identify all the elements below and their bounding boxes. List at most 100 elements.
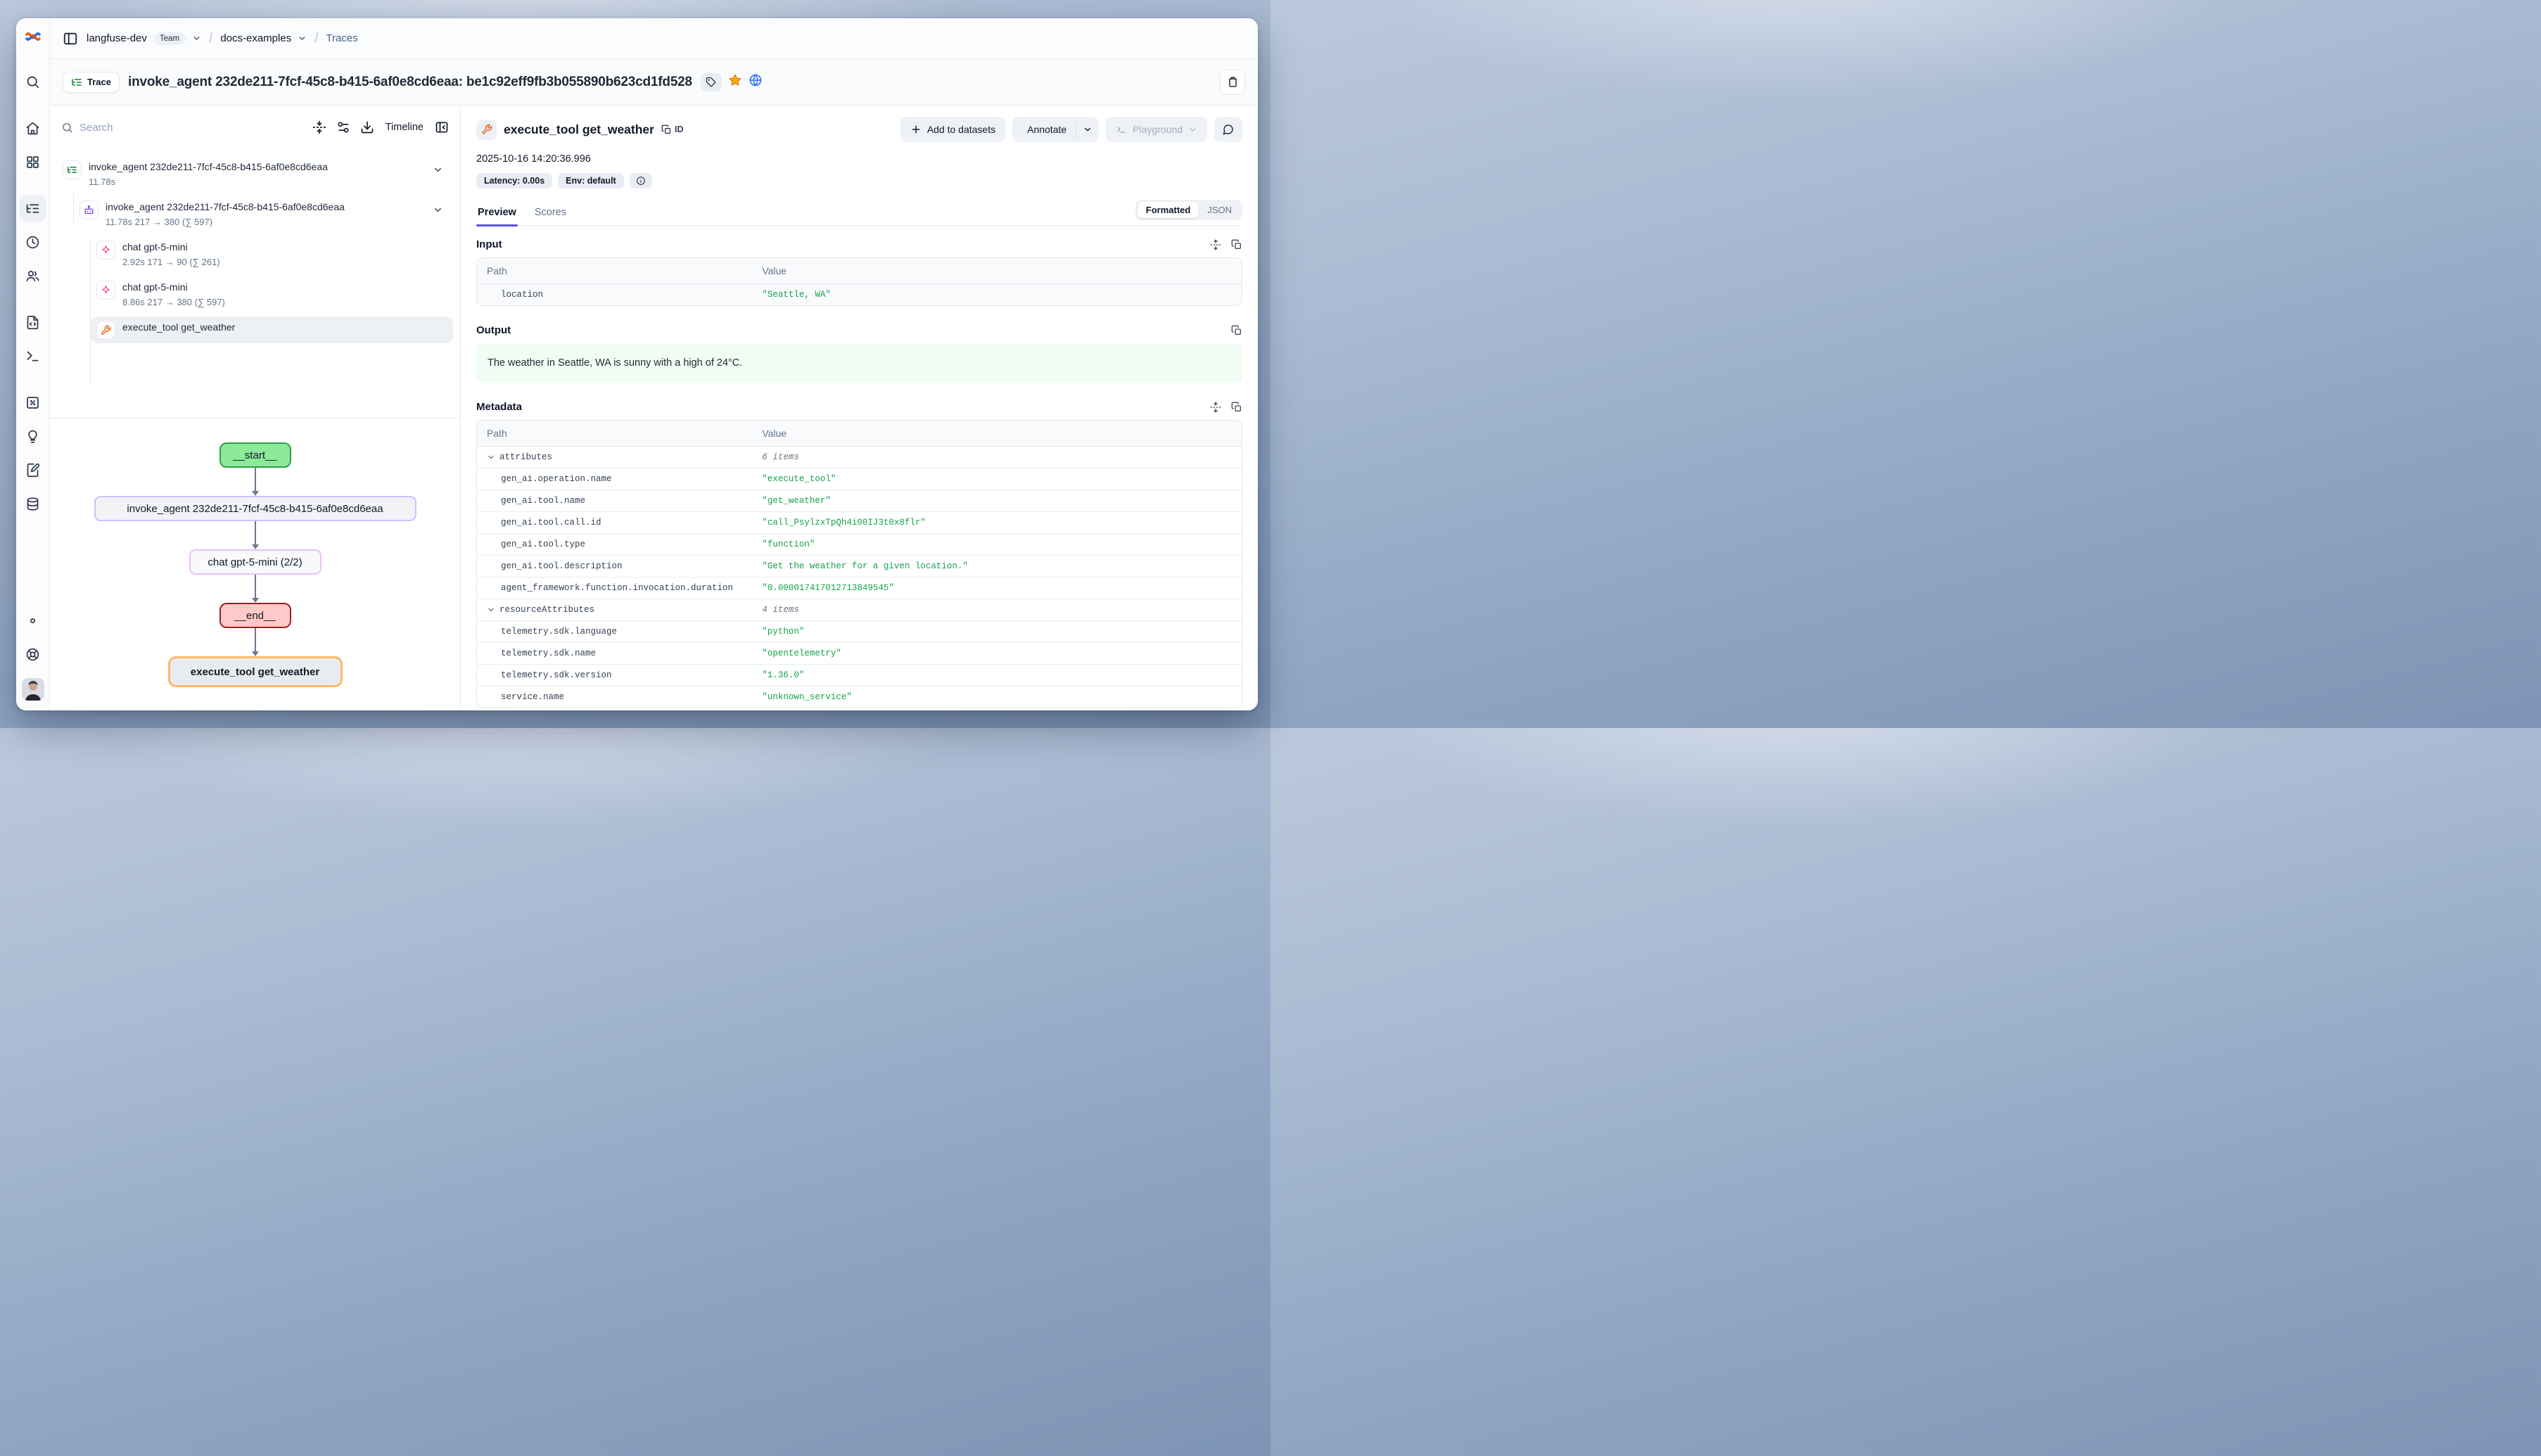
breadcrumb: langfuse-dev Team / docs-examples / Trac… — [87, 31, 358, 46]
search-icon[interactable] — [20, 68, 46, 95]
trace-type-label: Trace — [87, 77, 111, 87]
chevron-down-icon[interactable] — [433, 205, 443, 215]
datasets-icon[interactable] — [20, 490, 46, 517]
copy-icon — [661, 124, 672, 135]
group-toggle[interactable]: resourceAttributes — [487, 605, 742, 615]
comments-button[interactable] — [1214, 117, 1242, 142]
prompts-icon[interactable] — [20, 309, 46, 336]
tree-search-input[interactable] — [79, 122, 302, 134]
tag-icon[interactable] — [701, 73, 722, 91]
tree-item-metrics: 2.92s 171 → 90 (∑ 261) — [122, 255, 220, 269]
unfold-vertical-icon[interactable] — [1210, 402, 1221, 413]
table-row: telemetry.sdk.version"1.36.0" — [477, 665, 1242, 687]
observation-timestamp: 2025-10-16 14:20:36.996 — [476, 153, 1242, 165]
output-heading: Output — [476, 324, 511, 336]
fold-vertical-icon[interactable] — [312, 120, 326, 134]
home-icon[interactable] — [20, 115, 46, 141]
metadata-path: attributes — [477, 447, 752, 468]
breadcrumb-org[interactable]: langfuse-dev — [87, 32, 147, 44]
chevron-down-icon[interactable] — [433, 165, 443, 175]
id-label: ID — [675, 124, 684, 134]
view-settings-icon[interactable] — [336, 120, 350, 134]
group-toggle[interactable]: attributes — [487, 452, 742, 462]
tree-item-invoke_agent[interactable]: invoke_agent 232de211-7fcf-45c8-b415-6af… — [74, 196, 453, 232]
sparkle-icon — [96, 241, 115, 260]
format-formatted[interactable]: Formatted — [1138, 202, 1199, 218]
add-to-datasets-button[interactable]: Add to datasets — [900, 117, 1005, 142]
chevron-down-icon[interactable] — [298, 34, 307, 43]
tree-item-chat[interactable]: chat gpt-5-mini8.86s 217 → 380 (∑ 597) — [91, 276, 453, 312]
metadata-heading: Metadata — [476, 401, 522, 413]
copy-icon[interactable] — [1231, 402, 1242, 413]
tree-item-execute_tool[interactable]: execute_tool get_weather — [91, 317, 453, 343]
chevron-down-icon — [1083, 124, 1093, 134]
graph-edge — [250, 468, 260, 496]
chevron-down-icon[interactable] — [192, 34, 201, 43]
detail-tabs: Preview Scores Formatted JSON — [476, 200, 1242, 226]
metadata-path: telemetry.sdk.language — [477, 621, 752, 643]
tree-item-chat[interactable]: chat gpt-5-mini2.92s 171 → 90 (∑ 261) — [91, 236, 453, 272]
copy-icon[interactable] — [1231, 325, 1242, 336]
breadcrumb-section[interactable]: Traces — [326, 32, 357, 44]
breadcrumb-project[interactable]: docs-examples — [220, 32, 291, 44]
trace-title: invoke_agent 232de211-7fcf-45c8-b415-6af… — [128, 75, 692, 90]
table-row: gen_ai.operation.name"execute_tool" — [477, 468, 1242, 490]
metadata-value: "get_weather" — [752, 490, 1242, 512]
download-icon[interactable] — [360, 120, 374, 134]
table-row: location"Seattle, WA" — [477, 284, 1242, 305]
annotate-button[interactable]: Annotate — [1012, 117, 1076, 142]
tree-item-invoke_agent[interactable]: invoke_agent 232de211-7fcf-45c8-b415-6af… — [57, 156, 453, 192]
main-column: langfuse-dev Team / docs-examples / Trac… — [50, 18, 1258, 710]
graph-node-end[interactable]: __end__ — [219, 603, 291, 628]
unfold-vertical-icon[interactable] — [1210, 239, 1221, 250]
copy-id[interactable]: ID — [661, 124, 684, 135]
bookmark-star-icon[interactable] — [728, 73, 742, 91]
table-row: service.name"unknown_service" — [477, 687, 1242, 708]
dashboard-icon[interactable] — [20, 148, 46, 175]
copy-icon[interactable] — [1231, 239, 1242, 250]
wrench-icon — [96, 321, 115, 340]
detail-scroll-area[interactable]: Input Path Value location"Seattle, WA" — [476, 226, 1242, 710]
insights-icon[interactable] — [20, 423, 46, 449]
metadata-path: gen_ai.operation.name — [477, 468, 752, 490]
support-icon[interactable] — [20, 641, 46, 668]
playground-icon[interactable] — [20, 343, 46, 369]
timeline-toggle[interactable]: Timeline — [386, 122, 424, 133]
graph-node-tool[interactable]: execute_tool get_weather — [168, 656, 343, 687]
metadata-path: gen_ai.tool.name — [477, 490, 752, 512]
langfuse-logo[interactable] — [25, 28, 42, 45]
graph-node-start[interactable]: __start__ — [219, 442, 291, 468]
trace-title-bar: Trace invoke_agent 232de211-7fcf-45c8-b4… — [50, 59, 1258, 106]
sidebar-toggle-icon[interactable] — [63, 31, 78, 46]
graph-edge — [250, 575, 260, 603]
metadata-path: resourceAttributes — [477, 599, 752, 621]
tab-scores[interactable]: Scores — [533, 203, 568, 225]
playground-button[interactable]: Playground — [1106, 117, 1207, 142]
format-json[interactable]: JSON — [1199, 202, 1240, 218]
graph-node-chat[interactable]: chat gpt-5-mini (2/2) — [189, 549, 321, 575]
annotate-menu-chevron[interactable] — [1076, 117, 1099, 142]
annotation-icon[interactable] — [20, 456, 46, 483]
users-icon[interactable] — [20, 262, 46, 289]
panel-collapse-icon[interactable] — [435, 120, 449, 134]
user-avatar[interactable] — [22, 678, 44, 701]
delete-trace-button[interactable] — [1220, 70, 1245, 95]
metadata-value: "0.000017417012713849545" — [752, 577, 1242, 599]
evaluation-icon[interactable] — [20, 389, 46, 416]
metadata-path: gen_ai.tool.type — [477, 534, 752, 556]
graph-node-agent[interactable]: invoke_agent 232de211-7fcf-45c8-b415-6af… — [94, 496, 416, 521]
trace-title-icons — [701, 73, 763, 91]
metadata-table: Path Value attributes6 itemsgen_ai.opera… — [476, 420, 1242, 708]
info-icon — [636, 176, 646, 186]
table-row[interactable]: attributes6 items — [477, 447, 1242, 468]
traces-icon[interactable] — [20, 195, 46, 222]
content-panels: Timeline invoke_agent 232de211-7fcf-45c8… — [50, 106, 1258, 710]
metadata-path: gen_ai.tool.description — [477, 556, 752, 577]
info-badge[interactable] — [630, 173, 652, 189]
public-globe-icon[interactable] — [749, 73, 763, 91]
tree-item-label: execute_tool get_weather — [122, 321, 235, 333]
table-row[interactable]: resourceAttributes4 items — [477, 599, 1242, 621]
tab-preview[interactable]: Preview — [476, 203, 518, 225]
settings-icon[interactable] — [20, 607, 46, 634]
sessions-icon[interactable] — [20, 229, 46, 255]
